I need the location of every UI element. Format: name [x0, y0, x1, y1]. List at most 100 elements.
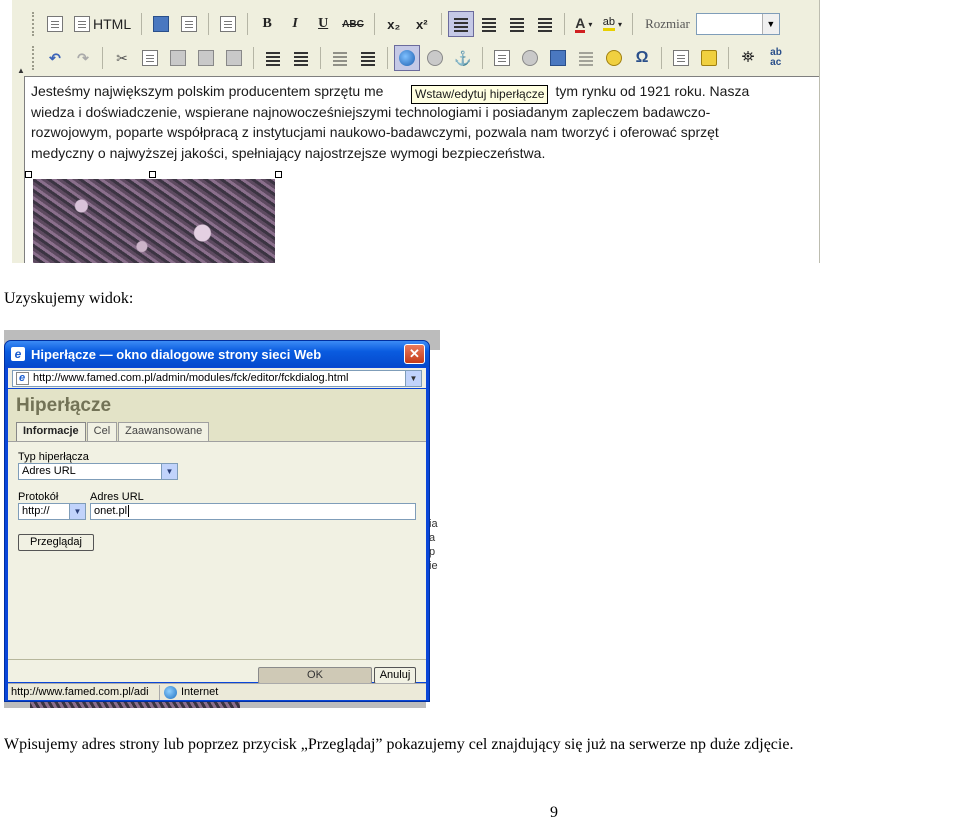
paragraph-button[interactable]	[176, 11, 202, 37]
flash-icon	[522, 50, 538, 66]
close-button[interactable]: ✕	[404, 344, 425, 364]
paste-text-icon	[198, 50, 214, 66]
toolbar-separator	[208, 13, 210, 35]
source-button[interactable]: HTML	[70, 11, 135, 37]
unlink-button[interactable]	[422, 45, 448, 71]
chevron-down-icon: ▾	[618, 19, 623, 29]
resize-handle[interactable]	[149, 171, 156, 178]
show-blocks-button[interactable]	[668, 45, 694, 71]
chevron-down-icon: ▾	[588, 19, 593, 29]
align-left-icon	[453, 16, 469, 32]
editor-line: medyczny o najwyższej jakości, spełniają…	[31, 144, 546, 161]
protocol-label: Protokół	[18, 491, 59, 503]
chevron-down-icon[interactable]: ▼	[161, 464, 177, 479]
align-right-button[interactable]	[504, 11, 530, 37]
table-button[interactable]	[545, 45, 571, 71]
link-type-value: Adres URL	[22, 465, 76, 477]
replace-icon: ab ac	[770, 47, 782, 68]
outdent-button[interactable]	[327, 45, 353, 71]
protocol-value: http://	[22, 505, 50, 517]
status-bar: http://www.famed.com.pl/adi Internet	[8, 683, 426, 700]
bold-button[interactable]: B	[254, 11, 280, 37]
resize-handle[interactable]	[25, 171, 32, 178]
chevron-down-icon[interactable]: ▼	[405, 369, 422, 387]
format-painter-button[interactable]	[696, 45, 722, 71]
find-button[interactable]: ⛯	[735, 45, 761, 71]
toolbar-collapse-icon[interactable]: ▲	[17, 66, 25, 75]
toolbar-row-2: ↶ ↷ ✂ ⚓ Ω ⛯ ab ac	[32, 42, 789, 74]
indent-icon	[360, 50, 376, 66]
special-char-button[interactable]: Ω	[629, 45, 655, 71]
html-source-icon	[74, 16, 90, 32]
link-type-select[interactable]: Adres URL ▼	[18, 463, 178, 480]
align-center-button[interactable]	[476, 11, 502, 37]
window-titlebar[interactable]: e Hiperłącze — okno dialogowe strony sie…	[5, 341, 429, 367]
numbered-list-button[interactable]	[260, 45, 286, 71]
show-blocks-icon	[673, 50, 689, 66]
preview-button[interactable]	[148, 11, 174, 37]
protocol-select[interactable]: http:// ▼	[18, 503, 86, 520]
address-field[interactable]: http://www.famed.com.pl/admin/modules/fc…	[12, 369, 422, 387]
editor-content-area[interactable]: Jesteśmy największym polskim producentem…	[24, 76, 819, 263]
url-input[interactable]: onet.pl	[90, 503, 416, 520]
redo-icon: ↷	[77, 49, 89, 66]
toolbar-separator	[440, 13, 442, 35]
dialog-title: Hiperłącze	[16, 395, 112, 416]
link-globe-icon	[399, 50, 415, 66]
window-title: Hiperłącze — okno dialogowe strony sieci…	[31, 346, 322, 362]
tab-target[interactable]: Cel	[86, 422, 118, 441]
redo-button[interactable]: ↷	[70, 45, 96, 71]
subscript-button[interactable]: x₂	[381, 11, 407, 37]
toolbar-row-1: HTML B I U ABC x₂ x² A ▾ ab ▾ Rozmiar	[32, 8, 780, 40]
editor-screenshot: HTML B I U ABC x₂ x² A▾ ab▾ Rozmiar ↶ ↷ …	[12, 0, 820, 263]
superscript-button[interactable]: x²	[409, 11, 435, 37]
caption-instructions: Wpisujemy adres strony lub poprzez przyc…	[4, 736, 794, 753]
paste-text-button[interactable]	[193, 45, 219, 71]
page-icon	[16, 371, 29, 386]
horizontal-rule-button[interactable]	[573, 45, 599, 71]
templates-button[interactable]	[215, 11, 241, 37]
toolbar-grip	[32, 46, 37, 70]
align-right-icon	[509, 16, 525, 32]
anchor-button[interactable]: ⚓	[450, 45, 476, 71]
flash-button[interactable]	[517, 45, 543, 71]
italic-button[interactable]: I	[282, 11, 308, 37]
cut-button[interactable]: ✂	[109, 45, 135, 71]
new-page-button[interactable]	[42, 11, 68, 37]
highlight-icon: ab	[602, 17, 616, 31]
chevron-down-icon[interactable]: ▼	[69, 504, 85, 519]
replace-button[interactable]: ab ac	[763, 45, 789, 71]
font-size-select[interactable]	[695, 13, 780, 35]
footer-divider	[8, 659, 426, 660]
align-justify-button[interactable]	[532, 11, 558, 37]
tab-advanced[interactable]: Zaawansowane	[118, 422, 210, 441]
resize-handle[interactable]	[275, 171, 282, 178]
paste-word-icon	[226, 50, 242, 66]
dialog-tabs: Informacje Cel Zaawansowane	[16, 422, 210, 442]
copy-button[interactable]	[137, 45, 163, 71]
anchor-icon: ⚓	[454, 49, 472, 66]
background-color-button[interactable]: ab ▾	[599, 11, 626, 37]
underline-button[interactable]: U	[310, 11, 336, 37]
toolbar-separator	[632, 13, 634, 35]
browse-button[interactable]: Przeglądaj	[18, 534, 94, 551]
indent-button[interactable]	[355, 45, 381, 71]
insert-link-button[interactable]	[394, 45, 420, 71]
bulleted-list-icon	[293, 50, 309, 66]
strikethrough-button[interactable]: ABC	[338, 11, 368, 37]
undo-button[interactable]: ↶	[42, 45, 68, 71]
ok-button[interactable]: OK	[258, 667, 372, 684]
toolbar-separator	[482, 47, 483, 69]
align-left-button[interactable]	[447, 11, 474, 37]
embedded-photo[interactable]	[33, 179, 275, 263]
smiley-button[interactable]	[601, 45, 627, 71]
cancel-button[interactable]: Anuluj	[374, 667, 416, 684]
paste-word-button[interactable]	[221, 45, 247, 71]
template-icon	[220, 16, 237, 32]
paste-button[interactable]	[165, 45, 191, 71]
image-button[interactable]	[489, 45, 515, 71]
bulleted-list-button[interactable]	[288, 45, 314, 71]
tab-information[interactable]: Informacje	[16, 422, 86, 442]
unlink-icon	[427, 50, 443, 66]
text-color-button[interactable]: A ▾	[571, 11, 597, 37]
